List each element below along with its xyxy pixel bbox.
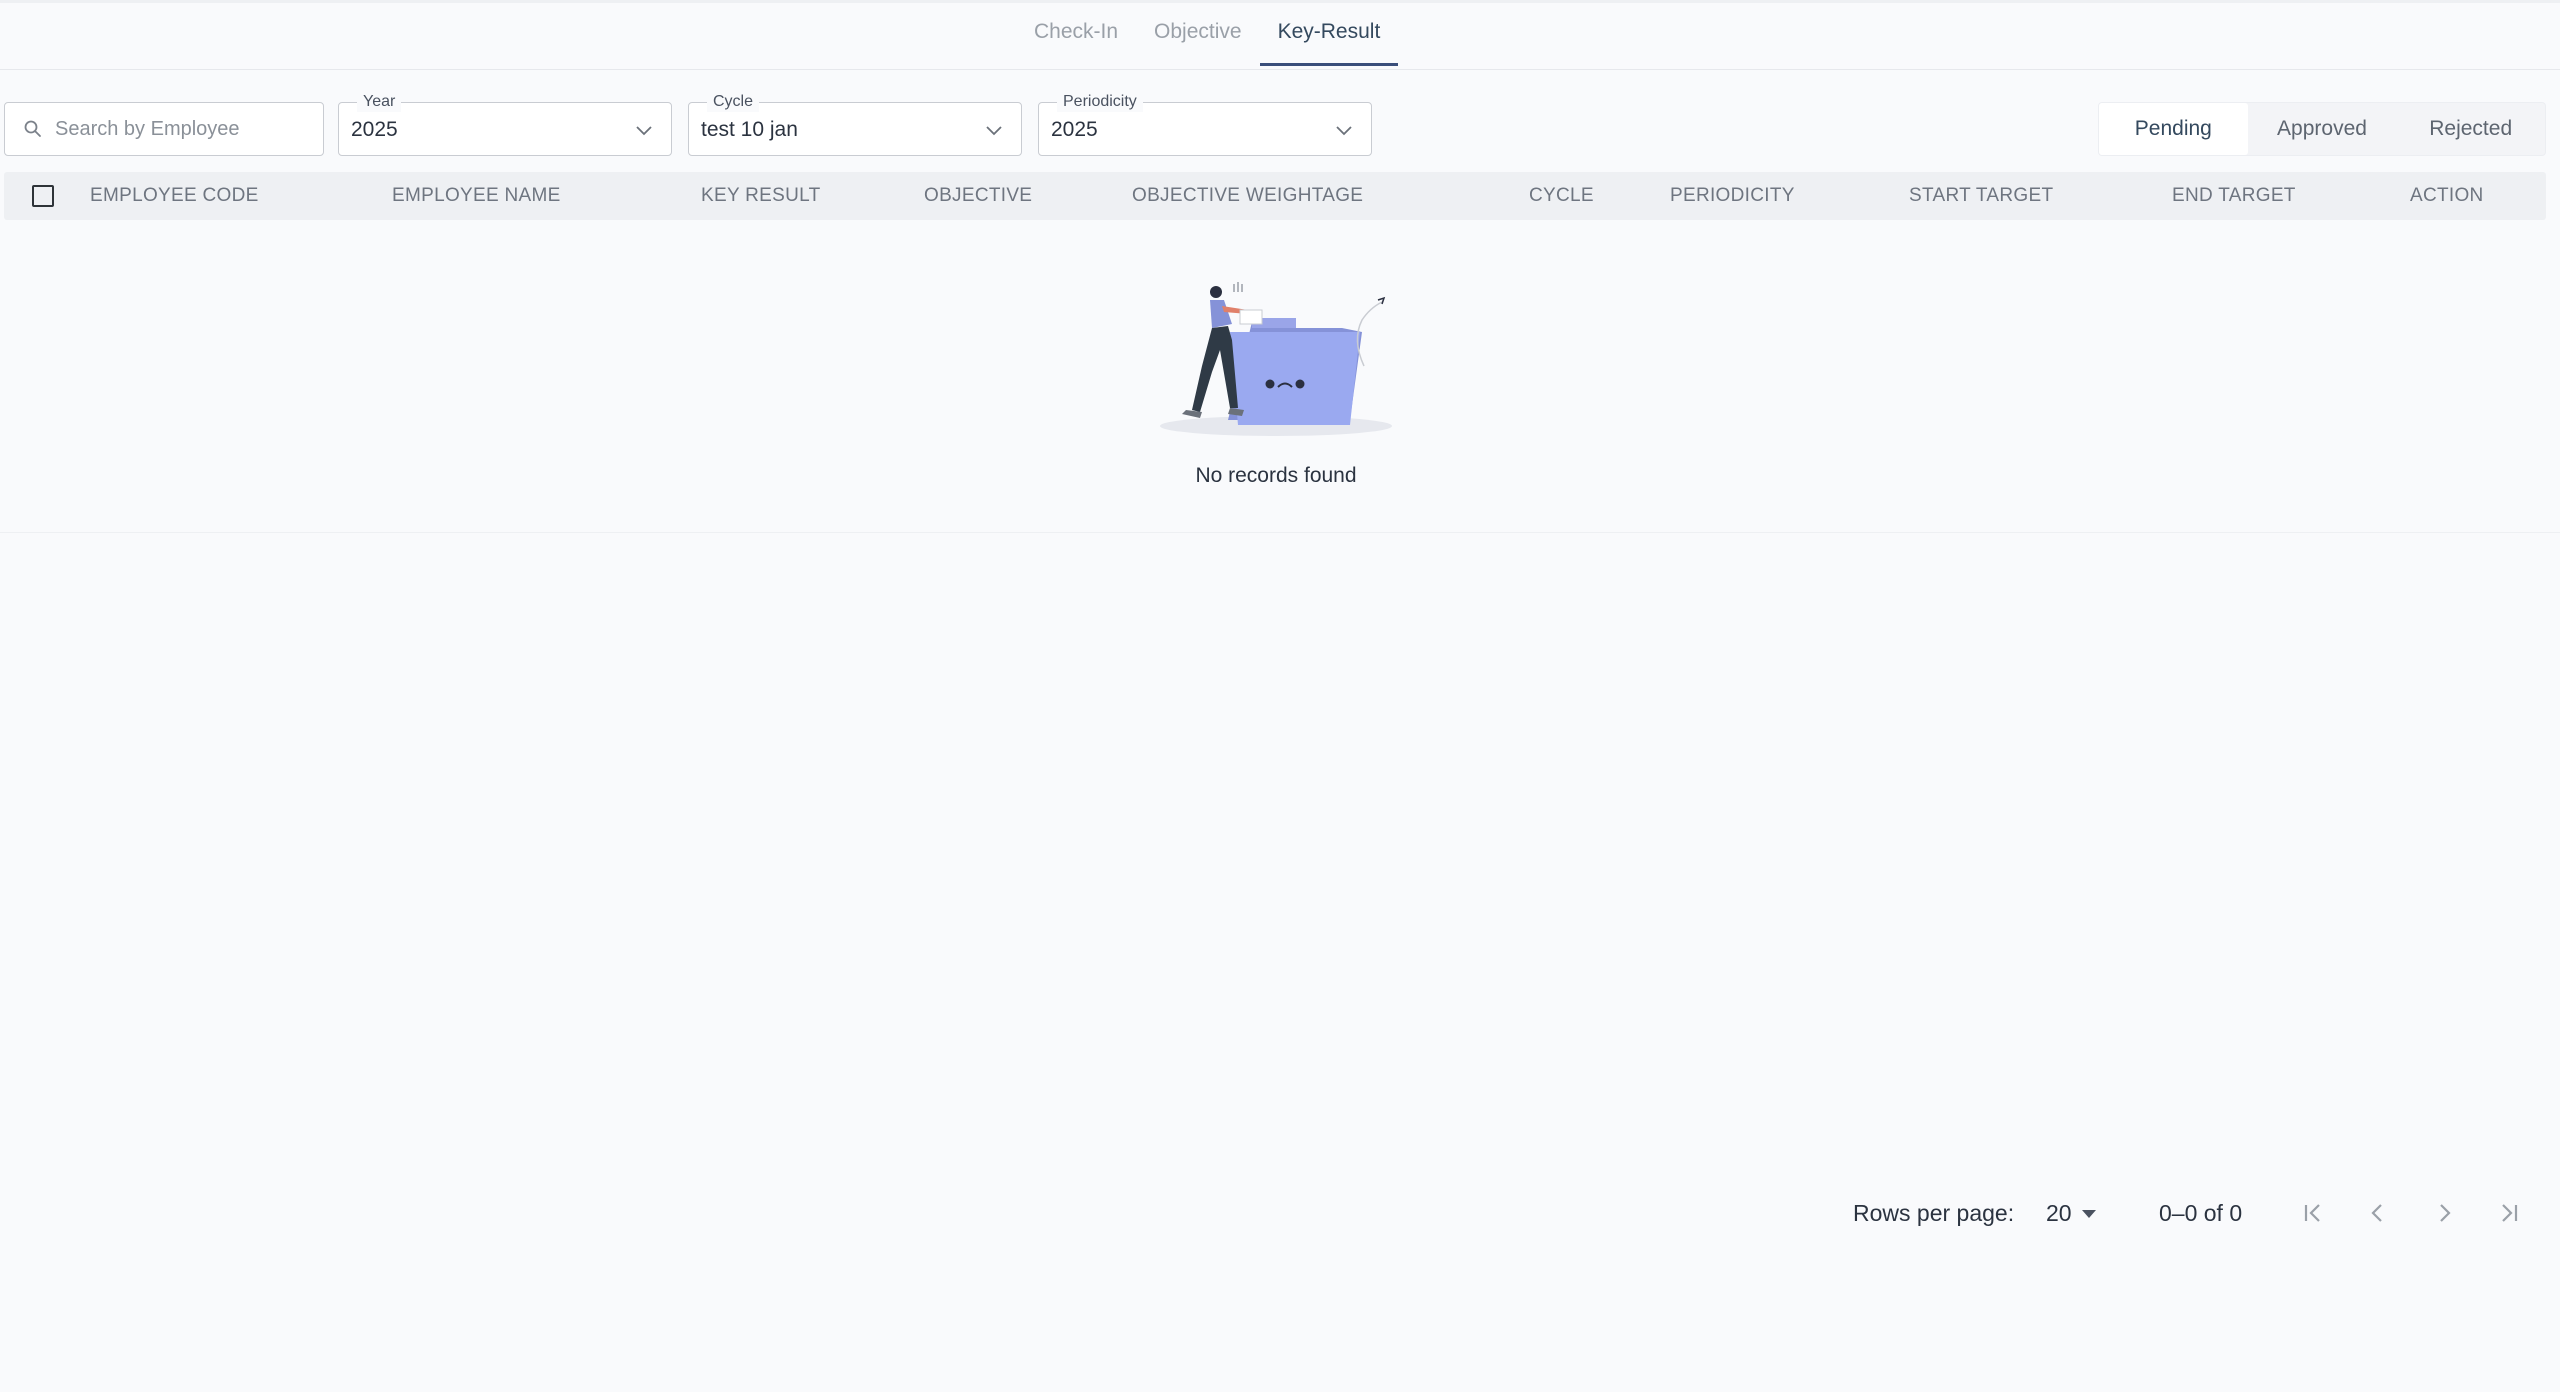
year-select-label: Year bbox=[357, 92, 402, 112]
column-header-objective[interactable]: OBJECTIVE bbox=[924, 172, 1032, 220]
pagination-range: 0–0 of 0 bbox=[2159, 1200, 2243, 1226]
rows-per-page-label: Rows per page: bbox=[1853, 1200, 2015, 1226]
column-header-periodicity[interactable]: PERIODICITY bbox=[1670, 172, 1795, 220]
tab-check-in[interactable]: Check-In bbox=[1016, 3, 1136, 66]
chevron-down-icon bbox=[636, 126, 652, 136]
rows-per-page-value: 20 bbox=[2046, 1200, 2072, 1226]
status-toggle-group: Pending Approved Rejected bbox=[2098, 102, 2546, 156]
search-input[interactable] bbox=[53, 116, 317, 142]
column-header-key-result[interactable]: KEY RESULT bbox=[701, 172, 821, 220]
tab-list: Check-In Objective Key-Result bbox=[1016, 3, 1399, 69]
column-header-end-target[interactable]: END TARGET bbox=[2172, 172, 2296, 220]
select-all-checkbox[interactable] bbox=[32, 185, 54, 207]
top-tab-bar: Check-In Objective Key-Result bbox=[0, 0, 2560, 70]
key-result-page: Check-In Objective Key-Result Year 2025 … bbox=[0, 0, 2560, 1392]
last-page-icon bbox=[2502, 1204, 2518, 1222]
periodicity-select-value: 2025 bbox=[1051, 118, 1098, 141]
column-header-start-target[interactable]: START TARGET bbox=[1909, 172, 2053, 220]
status-approved-button[interactable]: Approved bbox=[2248, 103, 2397, 155]
table-header: EMPLOYEE CODE EMPLOYEE NAME KEY RESULT O… bbox=[4, 172, 2546, 220]
search-icon bbox=[24, 120, 41, 137]
empty-message: No records found bbox=[1195, 464, 1357, 487]
caret-down-icon bbox=[2081, 1209, 2096, 1218]
next-page-button[interactable] bbox=[2427, 1196, 2461, 1230]
chevron-down-icon bbox=[1336, 126, 1352, 136]
chevron-right-icon bbox=[2440, 1204, 2451, 1222]
search-box[interactable] bbox=[4, 102, 324, 156]
tab-key-result[interactable]: Key-Result bbox=[1259, 3, 1399, 66]
year-select[interactable]: Year 2025 bbox=[338, 92, 672, 156]
column-header-employee-code[interactable]: EMPLOYEE CODE bbox=[90, 172, 259, 220]
year-select-value: 2025 bbox=[351, 118, 398, 141]
periodicity-select[interactable]: Periodicity 2025 bbox=[1038, 92, 1372, 156]
column-header-action: ACTION bbox=[2410, 185, 2484, 206]
rows-per-page-select[interactable]: 20 bbox=[2046, 1200, 2098, 1227]
first-page-button[interactable] bbox=[2296, 1196, 2330, 1230]
chevron-left-icon bbox=[2371, 1204, 2382, 1222]
column-header-employee-name[interactable]: EMPLOYEE NAME bbox=[392, 172, 561, 220]
column-header-objective-weightage[interactable]: OBJECTIVE WEIGHTAGE bbox=[1132, 172, 1363, 220]
table-empty-state: No records found bbox=[0, 220, 2560, 533]
status-rejected-button[interactable]: Rejected bbox=[2396, 103, 2545, 155]
column-header-cycle[interactable]: CYCLE bbox=[1529, 172, 1594, 220]
last-page-button[interactable] bbox=[2492, 1196, 2526, 1230]
cycle-select[interactable]: Cycle test 10 jan bbox=[688, 92, 1022, 156]
previous-page-button[interactable] bbox=[2361, 1196, 2395, 1230]
chevron-down-icon bbox=[986, 126, 1002, 136]
first-page-icon bbox=[2304, 1204, 2320, 1222]
cycle-select-label: Cycle bbox=[707, 92, 760, 112]
periodicity-select-label: Periodicity bbox=[1057, 92, 1143, 112]
status-pending-button[interactable]: Pending bbox=[2099, 103, 2248, 155]
tab-objective[interactable]: Objective bbox=[1136, 3, 1260, 66]
empty-folder-illustration bbox=[1160, 282, 1392, 436]
cycle-select-value: test 10 jan bbox=[701, 118, 798, 141]
